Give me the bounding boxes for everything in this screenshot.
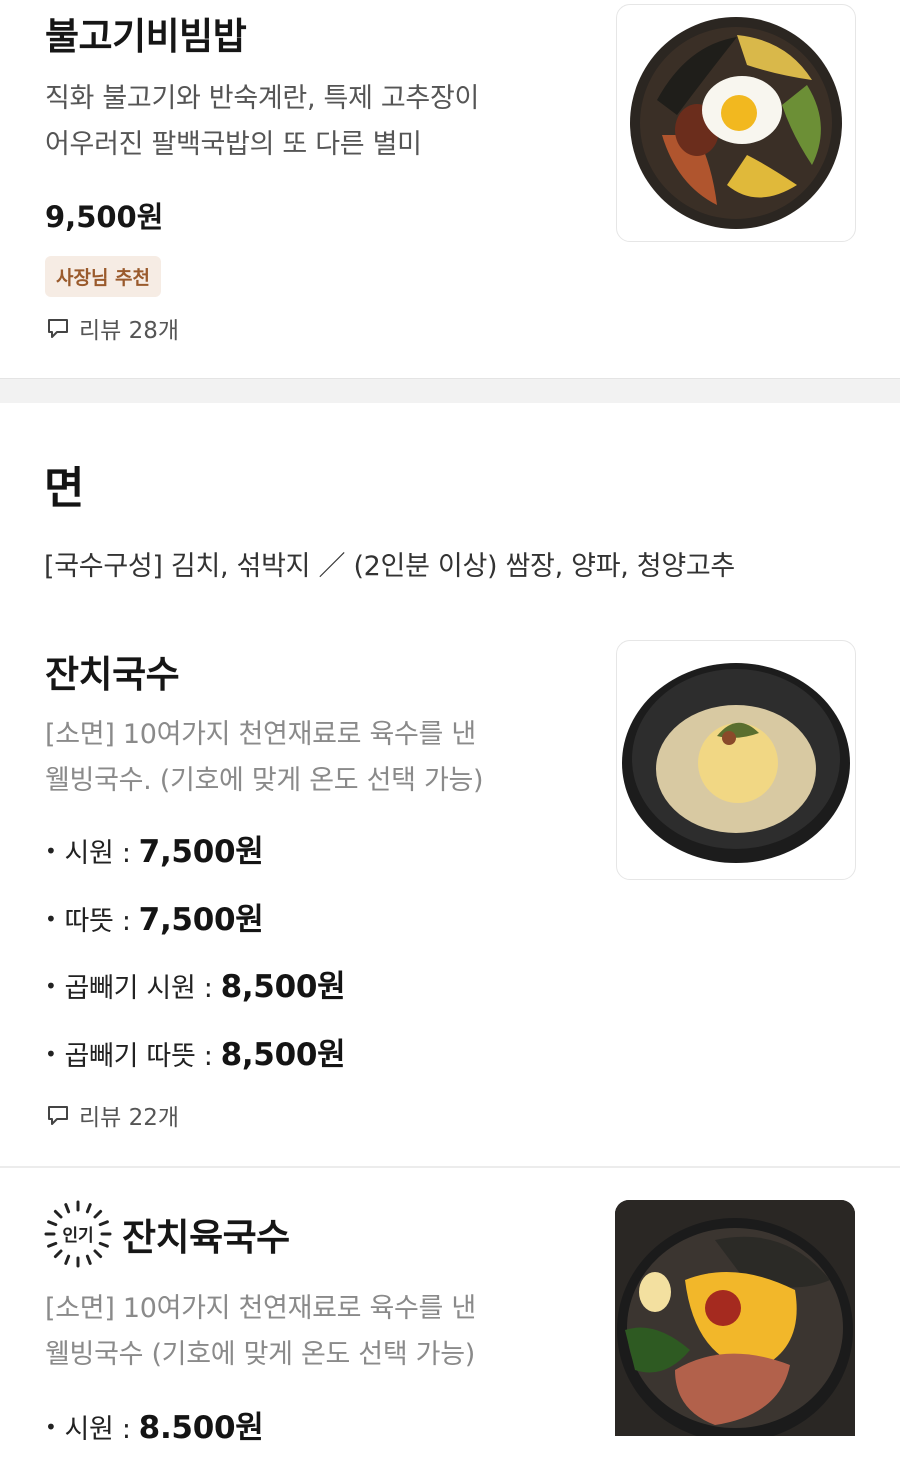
option-label: 시원 : <box>64 1414 131 1445</box>
description-line-2: 어우러진 팔백국밥의 또 다른 별미 <box>45 129 422 160</box>
review-count-link[interactable]: 리뷰 22개 <box>46 1098 179 1132</box>
price-option: • 시원 : 8.500원 <box>45 1402 264 1447</box>
bullet: • <box>45 974 57 998</box>
section-divider <box>0 378 900 403</box>
speech-bubble-icon <box>48 319 68 338</box>
description-line-1: [소면] 10여가지 천연재료로 육수를 낸 <box>45 719 476 750</box>
menu-item-janchi-yuk-guksu[interactable]: 인기 잔치육국수 [소면] 10여가지 천연재료로 육수를 낸 웰빙국수 (기호… <box>0 1168 900 1460</box>
popular-badge: 인기 <box>44 1200 112 1268</box>
option-label: 곱빼기 따뜻 : <box>64 1041 213 1072</box>
review-count-link[interactable]: 리뷰 28개 <box>46 311 179 345</box>
option-label: 곱빼기 시원 : <box>64 973 213 1004</box>
bullet: • <box>45 839 57 863</box>
menu-item-title: 불고기비빔밥 <box>45 15 247 58</box>
price-option: • 시원 : 7,500원 <box>45 826 264 871</box>
owner-recommend-badge: 사장님 추천 <box>45 256 162 297</box>
menu-item-image[interactable] <box>616 640 856 880</box>
meat-noodle-bowl-icon <box>615 1200 855 1436</box>
speech-bubble-icon <box>48 1106 68 1125</box>
popular-label: 인기 <box>62 1226 94 1246</box>
option-price: 8,500원 <box>220 969 346 1005</box>
review-count-label: 리뷰 22개 <box>79 1105 180 1131</box>
option-price: 8,500원 <box>220 1037 346 1073</box>
menu-item-description: [소면] 10여가지 천연재료로 육수를 낸 웰빙국수. (기호에 맞게 온도 … <box>45 712 585 804</box>
option-label: 시원 : <box>64 838 131 869</box>
menu-item-image[interactable] <box>615 1200 855 1436</box>
menu-item-header: 인기 잔치육국수 <box>44 1200 290 1268</box>
menu-item-title: 잔치육국수 <box>122 1216 290 1259</box>
menu-item-price: 9,500원 <box>45 200 164 234</box>
menu-item-description: [소면] 10여가지 천연재료로 육수를 낸 웰빙국수 (기호에 맞게 온도 선… <box>45 1286 585 1378</box>
bibimbap-bowl-icon <box>630 17 842 229</box>
menu-item-janchi-guksu[interactable]: 잔치국수 [소면] 10여가지 천연재료로 육수를 낸 웰빙국수. (기호에 맞… <box>0 630 900 1160</box>
noodle-soup-bowl-icon <box>622 663 850 863</box>
bullet: • <box>45 1415 57 1439</box>
menu-item-image[interactable] <box>616 4 856 242</box>
description-line-1: [소면] 10여가지 천연재료로 육수를 낸 <box>45 1293 476 1324</box>
description-line-1: 직화 불고기와 반숙계란, 특제 고추장이 <box>45 83 480 114</box>
option-label: 따뜻 : <box>64 906 131 937</box>
menu-item-title: 잔치국수 <box>45 653 180 696</box>
section-description: [국수구성] 김치, 섞박지 ／ (2인분 이상) 쌈장, 양파, 청양고추 <box>44 551 735 582</box>
description-line-2: 웰빙국수 (기호에 맞게 온도 선택 가능) <box>45 1339 475 1370</box>
price-option: • 따뜻 : 7,500원 <box>45 894 264 939</box>
price-option: • 곱빼기 따뜻 : 8,500원 <box>45 1029 346 1074</box>
review-count-label: 리뷰 28개 <box>79 318 180 344</box>
description-line-2: 웰빙국수. (기호에 맞게 온도 선택 가능) <box>45 765 484 796</box>
option-price: 7,500원 <box>138 834 264 870</box>
menu-item-description: 직화 불고기와 반숙계란, 특제 고추장이 어우러진 팔백국밥의 또 다른 별미 <box>45 76 585 168</box>
section-title: 면 <box>44 463 85 514</box>
menu-item-bulgogi-bibimbap[interactable]: 불고기비빔밥 직화 불고기와 반숙계란, 특제 고추장이 어우러진 팔백국밥의 … <box>0 0 900 378</box>
bullet: • <box>45 1042 57 1066</box>
price-option: • 곱빼기 시원 : 8,500원 <box>45 961 346 1006</box>
option-price: 7,500원 <box>138 902 264 938</box>
bullet: • <box>45 907 57 931</box>
option-price: 8.500원 <box>138 1410 264 1446</box>
